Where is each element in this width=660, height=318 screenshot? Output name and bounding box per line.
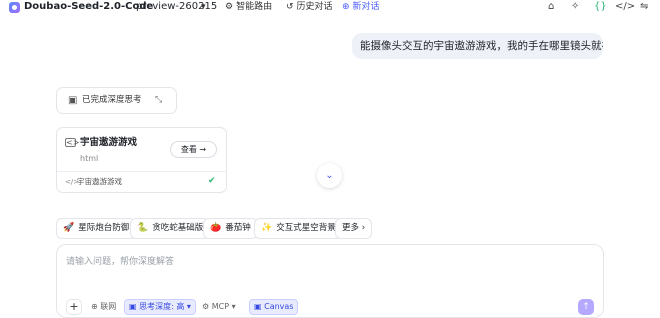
thinking-icon: ▣: [68, 95, 78, 106]
new-chat-button[interactable]: ⊕ 新对话: [342, 0, 380, 14]
more-label: 更多 ›: [342, 223, 366, 233]
snake-icon: 🐍: [137, 223, 149, 233]
suggestion-label: 贪吃蛇基础版: [152, 223, 204, 233]
settings-sliders-icon[interactable]: ⇋: [640, 0, 648, 14]
thinking-status-chip[interactable]: ▣ 已完成深度思考 ⤡: [56, 87, 177, 114]
history-button[interactable]: ↺ 历史对话: [286, 0, 333, 14]
user-message: 能摄像头交互的宇宙遨游游戏，我的手在哪里镜头就在哪里: [352, 33, 603, 59]
attach-button[interactable]: +: [66, 299, 82, 315]
thinking-label: 已完成深度思考: [82, 95, 142, 105]
chevron-down-icon: ⌄: [325, 170, 334, 181]
composer: + ⊕ 联网 ▣ 思考深度: 高 ▾ ⚙ MCP ▾ ▣ Canvas ↑: [56, 244, 604, 318]
suggestion-label: 交互式星空背景: [276, 223, 336, 233]
view-button[interactable]: 查看 →: [170, 141, 217, 158]
artifact-type: html: [80, 154, 99, 163]
new-chat-label: 新对话: [352, 2, 380, 12]
web-search-toggle[interactable]: ⊕ 联网: [87, 299, 120, 315]
suggestion-label: 星际炮台防御: [78, 223, 130, 233]
artifact-card[interactable]: <> 宇宙遨游游戏 html 查看 → </> 宇宙遨游游戏 ✔: [56, 127, 227, 193]
suggestion-chip[interactable]: 🐍 贪吃蛇基础版: [130, 218, 211, 239]
sparkles-icon: ✨: [261, 223, 273, 233]
top-bar: Doubao-Seed-2.0-Code preview-260215 ▾ ⚙ …: [0, 0, 660, 15]
thinking-depth-select[interactable]: ▣ 思考深度: 高 ▾: [124, 299, 196, 315]
sparkle-icon[interactable]: ✧: [571, 0, 579, 14]
smart-routing-button[interactable]: ⚙ 智能路由: [225, 0, 272, 14]
router-icon: ⚙: [225, 2, 234, 12]
expand-icon[interactable]: ⤡: [155, 94, 162, 107]
suggestion-chip[interactable]: ✨ 交互式星空背景: [254, 218, 343, 239]
braces-icon[interactable]: {}: [594, 0, 607, 14]
send-button[interactable]: ↑: [578, 299, 594, 315]
suggestion-label: 番茄钟: [225, 223, 251, 233]
suggestion-chip[interactable]: 🚀 星际炮台防御: [56, 218, 137, 239]
more-suggestions-button[interactable]: 更多 ›: [335, 218, 373, 239]
home-icon[interactable]: ⌂: [548, 0, 554, 14]
arrow-up-icon: ↑: [582, 302, 590, 312]
app-logo-icon: [9, 2, 20, 13]
chevron-down-icon[interactable]: ▾: [201, 0, 206, 14]
scroll-down-button[interactable]: ⌄: [317, 163, 342, 188]
mcp-select[interactable]: ⚙ MCP ▾: [198, 299, 240, 315]
code-icon[interactable]: </>: [615, 0, 635, 14]
new-chat-icon: ⊕: [342, 2, 350, 12]
chat-input[interactable]: [66, 254, 566, 270]
smart-routing-label: 智能路由: [236, 2, 273, 12]
code-window-icon: <>: [65, 138, 80, 147]
rocket-icon: 🚀: [63, 223, 75, 233]
history-icon: ↺: [286, 2, 294, 12]
artifact-file-name[interactable]: 宇宙遨游游戏: [77, 176, 122, 188]
check-icon: ✔: [208, 176, 216, 186]
card-divider: [57, 171, 226, 172]
history-label: 历史对话: [296, 2, 333, 12]
tomato-icon: 🍅: [210, 223, 222, 233]
suggestion-chip[interactable]: 🍅 番茄钟: [203, 218, 258, 239]
canvas-toggle[interactable]: ▣ Canvas: [249, 299, 299, 315]
model-name[interactable]: Doubao-Seed-2.0-Code: [24, 0, 153, 14]
artifact-title: 宇宙遨游游戏: [80, 137, 138, 148]
